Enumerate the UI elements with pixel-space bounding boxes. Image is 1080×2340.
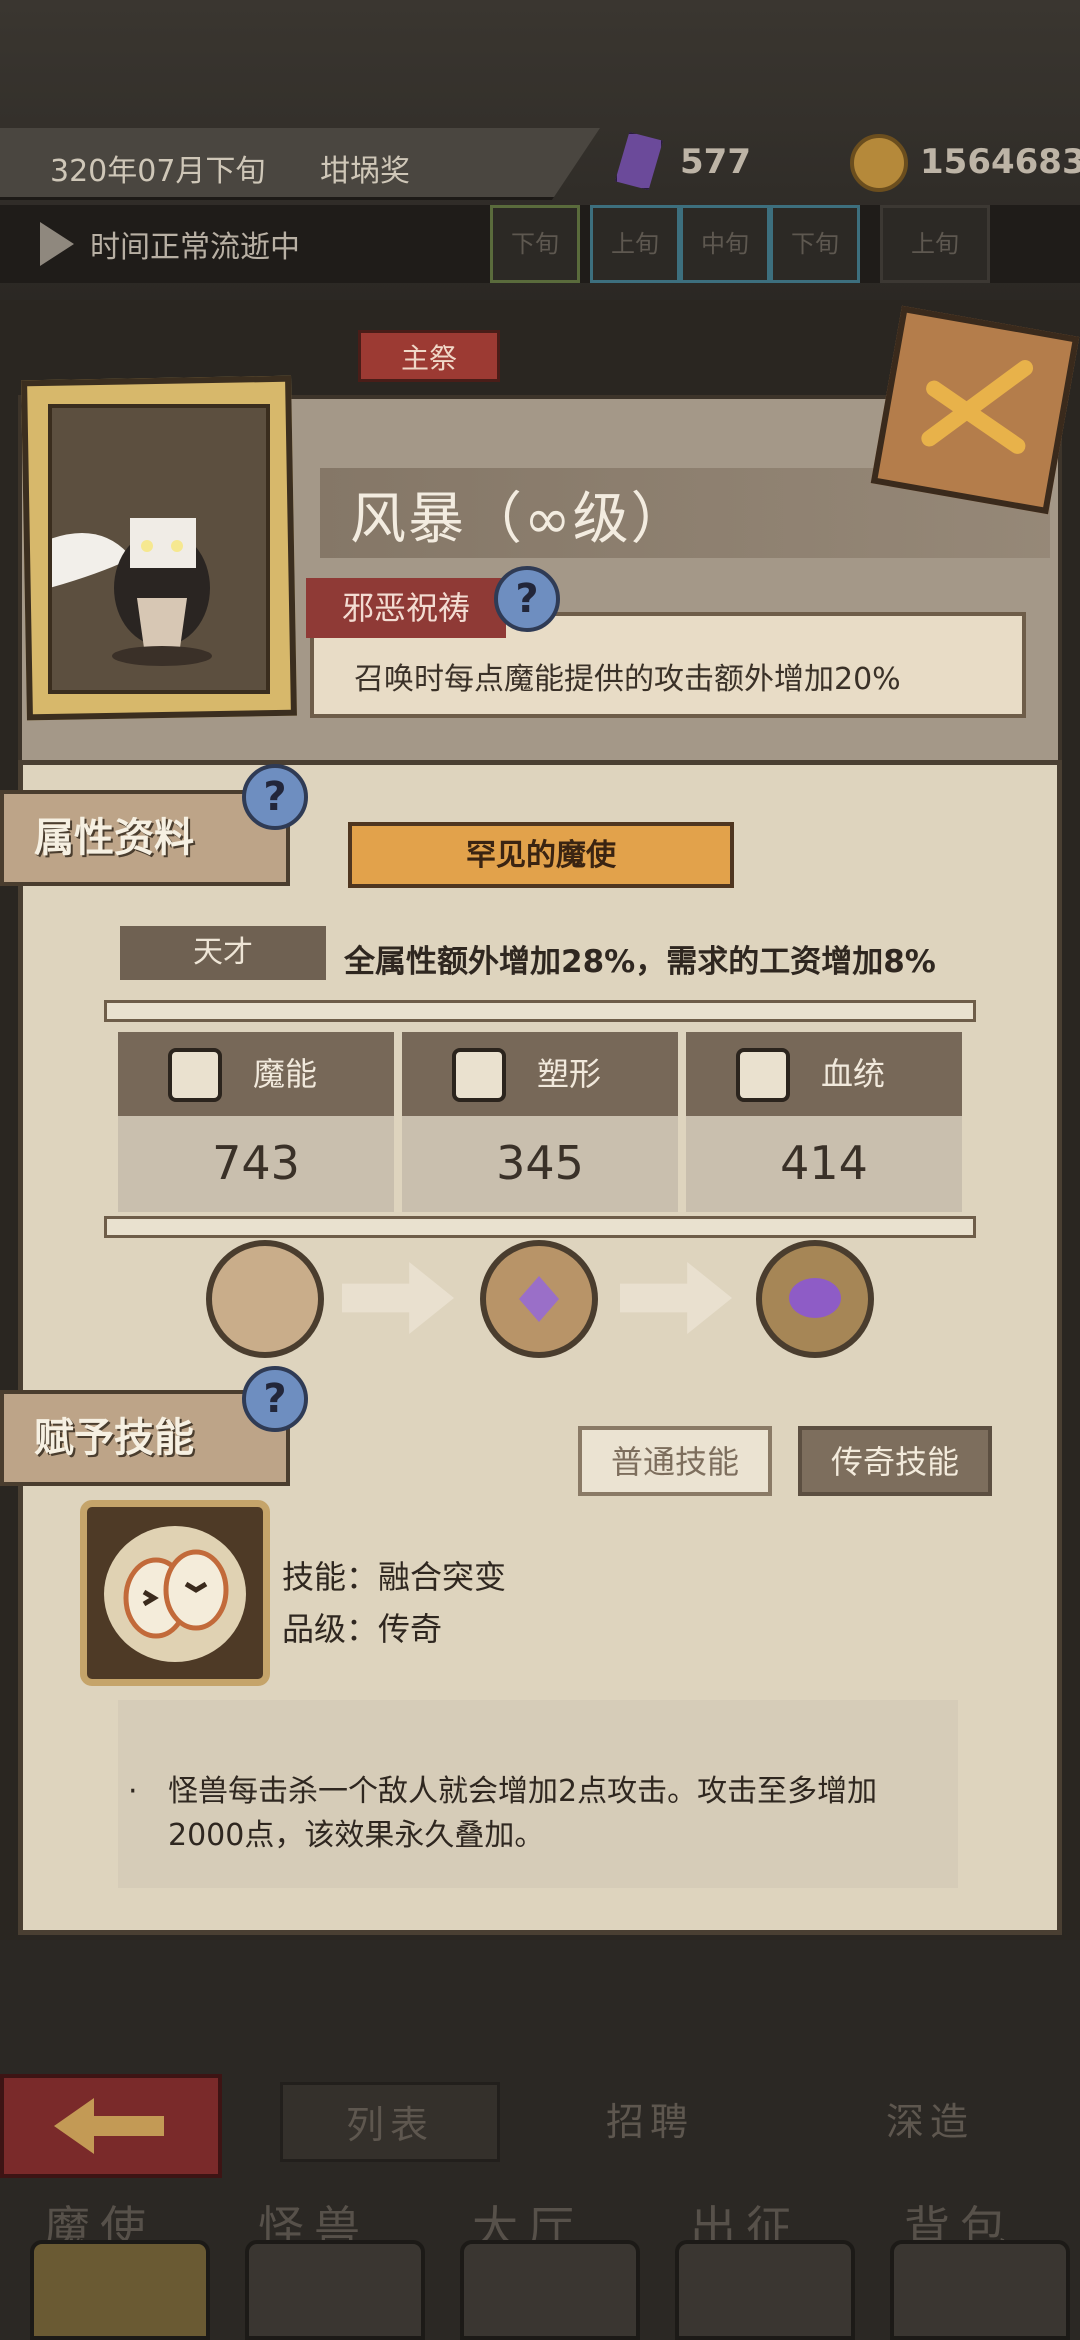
twin-masks-icon bbox=[104, 1526, 246, 1662]
stat-value: 345 bbox=[496, 1136, 584, 1190]
role-tag: 主祭 bbox=[358, 330, 500, 382]
time-segment[interactable]: 中旬 bbox=[680, 205, 770, 283]
time-status: 时间正常流逝中 bbox=[90, 230, 300, 265]
character-name: 风暴（∞级） bbox=[350, 487, 689, 552]
stat-card-magic: 魔能 743 bbox=[118, 1032, 394, 1212]
body-icon bbox=[452, 1048, 506, 1102]
stat-label: 血统 bbox=[686, 1032, 962, 1116]
tab-legend-skill[interactable]: 传奇技能 bbox=[798, 1426, 992, 1496]
bullet: · bbox=[128, 1774, 138, 1809]
tab-advance[interactable]: 深造 bbox=[820, 2082, 1040, 2162]
stat-value: 743 bbox=[212, 1136, 300, 1190]
character-portrait bbox=[12, 404, 270, 694]
monster-icon[interactable] bbox=[245, 2240, 425, 2340]
time-segment[interactable]: 上旬 bbox=[880, 205, 990, 283]
twin-masks-glyph-icon bbox=[123, 1549, 229, 1639]
season-text: 坩埚奖 bbox=[320, 154, 410, 189]
rarity-banner: 罕见的魔使 bbox=[348, 822, 734, 888]
time-segment[interactable]: 下旬 bbox=[770, 205, 860, 283]
skills-help-icon[interactable]: ? bbox=[242, 1366, 308, 1432]
stat-label: 塑形 bbox=[402, 1032, 678, 1116]
tab-normal-skill[interactable]: 普通技能 bbox=[578, 1426, 772, 1496]
date-bar: 320年07月下旬 坩埚奖 bbox=[0, 128, 600, 200]
help-icon[interactable]: ? bbox=[494, 566, 560, 632]
tab-list[interactable]: 列表 bbox=[280, 2082, 500, 2162]
skill-description-box: · 怪兽每击杀一个敌人就会增加2点攻击。攻击至多增加2000点，该效果永久叠加。 bbox=[118, 1700, 958, 1888]
gem-count: 577 bbox=[680, 142, 751, 182]
magic-icon bbox=[168, 1048, 222, 1102]
stat-value: 414 bbox=[780, 1136, 868, 1190]
skill-description: 怪兽每击杀一个敌人就会增加2点攻击。攻击至多增加2000点，该效果永久叠加。 bbox=[168, 1774, 878, 1853]
time-segment[interactable]: 下旬 bbox=[490, 205, 580, 283]
stat-rail-top bbox=[104, 1000, 976, 1022]
stat-card-blood: 血统 414 bbox=[686, 1032, 962, 1212]
close-button[interactable] bbox=[870, 305, 1080, 515]
trait-label: 邪恶祝祷 bbox=[306, 578, 506, 638]
winged-crest-icon[interactable] bbox=[480, 1240, 598, 1358]
tab-recruit[interactable]: 招聘 bbox=[540, 2082, 760, 2162]
coin-count: 1564683 bbox=[920, 142, 1080, 182]
skill-grade: 品级：传奇 bbox=[282, 1610, 443, 1648]
crossed-swords-icon bbox=[921, 360, 1034, 454]
evil-eye-icon[interactable] bbox=[756, 1240, 874, 1358]
skull-icon[interactable] bbox=[30, 2240, 210, 2340]
play-icon[interactable] bbox=[40, 222, 74, 266]
coin-icon bbox=[850, 134, 908, 192]
hooded-figure-icon[interactable] bbox=[206, 1240, 324, 1358]
talent-label: 天才 bbox=[120, 926, 326, 980]
hall-icon[interactable] bbox=[460, 2240, 640, 2340]
gear-icon bbox=[736, 1048, 790, 1102]
back-button[interactable] bbox=[0, 2074, 222, 2178]
stat-label: 魔能 bbox=[118, 1032, 394, 1116]
stat-rail-bottom bbox=[104, 1216, 976, 1238]
talent-description: 全属性额外增加28%，需求的工资增加8% bbox=[344, 944, 936, 980]
character-figure-icon bbox=[12, 518, 212, 666]
date-text: 320年07月下旬 bbox=[50, 154, 266, 189]
stat-card-shape: 塑形 345 bbox=[402, 1032, 678, 1212]
backpack-icon[interactable] bbox=[890, 2240, 1070, 2340]
skill-name: 技能：融合突变 bbox=[282, 1558, 507, 1596]
attributes-help-icon[interactable]: ? bbox=[242, 764, 308, 830]
back-arrow-icon bbox=[54, 2098, 164, 2154]
time-segment[interactable]: 上旬 bbox=[590, 205, 680, 283]
expedition-icon[interactable] bbox=[675, 2240, 855, 2340]
